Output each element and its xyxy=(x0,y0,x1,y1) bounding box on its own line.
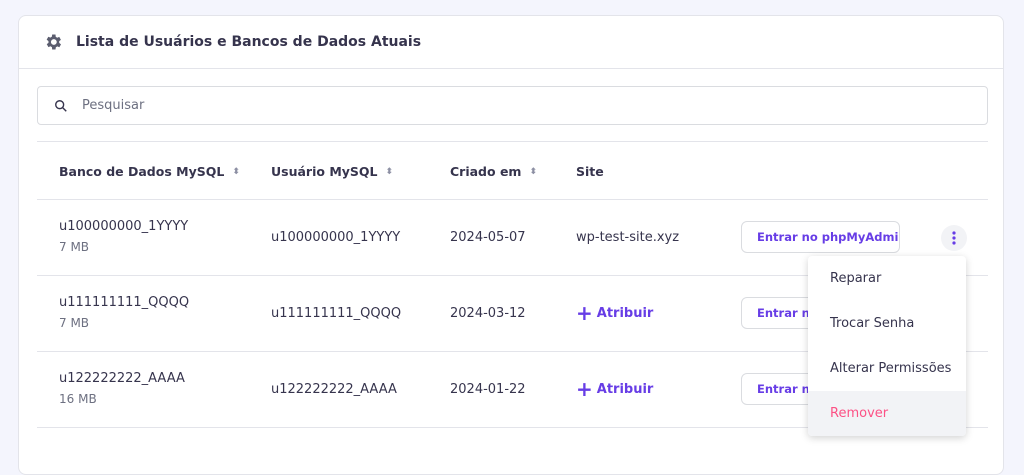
database-name: u100000000_1YYYY xyxy=(59,219,189,234)
user-cell: u122222222_AAAA xyxy=(271,382,397,397)
site-cell: wp-test-site.xyz xyxy=(576,230,680,245)
menu-item-remove[interactable]: Remover xyxy=(808,391,966,436)
column-label: Criado em xyxy=(450,164,522,179)
assign-site-link[interactable]: + Atribuir xyxy=(576,303,653,323)
plus-icon: + xyxy=(576,301,593,325)
user-cell: u100000000_1YYYY xyxy=(271,230,401,245)
column-label: Usuário MySQL xyxy=(271,164,378,179)
kebab-icon xyxy=(952,231,956,245)
assign-site-link[interactable]: + Atribuir xyxy=(576,379,653,399)
search-box[interactable] xyxy=(37,86,988,125)
database-name: u111111111_QQQQ xyxy=(59,295,190,310)
database-cell: u100000000_1YYYY 7 MB xyxy=(59,219,188,254)
menu-item-change-permissions[interactable]: Alterar Permissões xyxy=(808,346,966,391)
menu-item-change-password[interactable]: Trocar Senha xyxy=(808,301,966,346)
sort-icon[interactable]: ⬍ xyxy=(232,167,240,177)
assign-label: Atribuir xyxy=(596,305,654,321)
user-cell: u111111111_QQQQ xyxy=(271,306,402,321)
table-header: Banco de Dados MySQL ⬍ Usuário MySQL ⬍ Cri… xyxy=(37,141,988,200)
database-name: u122222222_AAAA xyxy=(59,371,185,386)
more-options-button[interactable] xyxy=(941,225,967,251)
database-cell: u111111111_QQQQ 7 MB xyxy=(59,295,189,330)
database-size: 7 MB xyxy=(59,240,90,254)
created-cell: 2024-03-12 xyxy=(450,306,526,321)
column-header-created[interactable]: Criado em ⬍ xyxy=(450,164,537,179)
column-header-database[interactable]: Banco de Dados MySQL ⬍ xyxy=(59,164,240,179)
page-title: Lista de Usuários e Bancos de Dados Atua… xyxy=(76,34,422,50)
phpmyadmin-button[interactable]: Entrar no phpMyAdmin xyxy=(741,221,900,253)
column-label: Banco de Dados MySQL xyxy=(59,164,225,179)
database-cell: u122222222_AAAA 16 MB xyxy=(59,371,185,406)
database-size: 16 MB xyxy=(59,392,97,406)
assign-label: Atribuir xyxy=(596,381,654,397)
column-header-user[interactable]: Usuário MySQL ⬍ xyxy=(271,164,393,179)
gear-icon xyxy=(46,34,61,50)
column-label: Site xyxy=(576,164,604,179)
created-cell: 2024-05-07 xyxy=(450,230,526,245)
search-icon xyxy=(55,99,67,112)
card-header: Lista de Usuários e Bancos de Dados Atua… xyxy=(19,16,1003,69)
search-input[interactable] xyxy=(82,98,882,113)
plus-icon: + xyxy=(576,377,593,401)
sort-icon[interactable]: ⬍ xyxy=(386,167,394,177)
sort-icon[interactable]: ⬍ xyxy=(529,167,537,177)
database-size: 7 MB xyxy=(59,316,90,330)
column-header-site: Site xyxy=(576,164,604,179)
menu-item-repair[interactable]: Reparar xyxy=(808,256,966,301)
options-menu: Reparar Trocar Senha Alterar Permissões … xyxy=(808,256,966,436)
created-cell: 2024-01-22 xyxy=(450,382,526,397)
